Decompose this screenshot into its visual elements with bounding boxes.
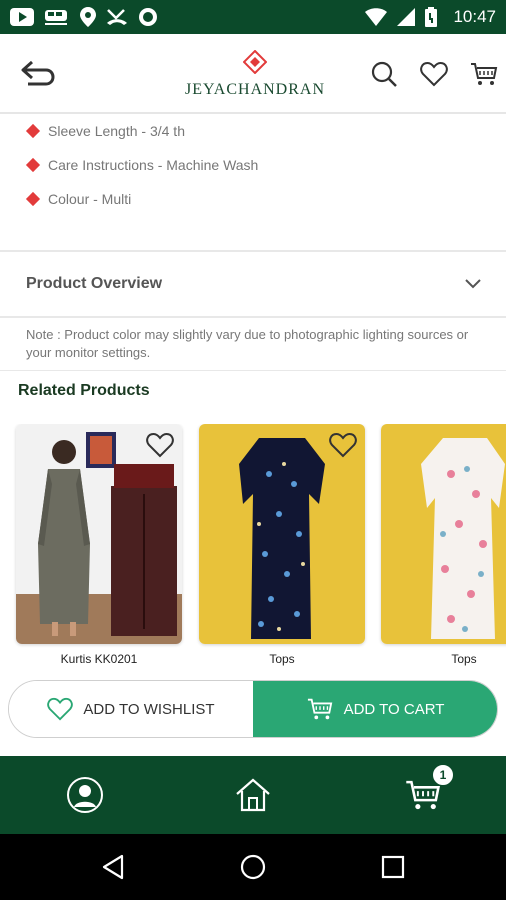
record-icon: [139, 8, 157, 26]
triangle-back-icon: [102, 854, 124, 880]
brand-logo[interactable]: JEYACHANDRAN: [185, 49, 326, 102]
detail-item: Care Instructions - Machine Wash: [25, 148, 506, 182]
chevron-down-icon: [465, 279, 481, 289]
brand-name: JEYACHANDRAN: [185, 81, 326, 98]
search-button[interactable]: [368, 58, 400, 90]
heart-outline-icon: [47, 697, 74, 721]
battery-icon: [425, 7, 438, 27]
wishlist-heart-icon[interactable]: [146, 432, 174, 458]
cart-icon: [471, 63, 498, 85]
action-bar: ADD TO WISHLIST ADD TO CART: [8, 680, 498, 738]
related-products-carousel[interactable]: Kurtis KK0201 Tops Tops: [0, 424, 506, 668]
product-name[interactable]: Kurtis KK0201: [16, 652, 182, 666]
cart-button[interactable]: [468, 58, 500, 90]
square-recents-icon: [381, 855, 405, 879]
detail-text: Care Instructions - Machine Wash: [48, 157, 259, 173]
signal-icon: [397, 8, 416, 26]
product-card[interactable]: Kurtis KK0201: [16, 424, 182, 668]
color-note: Note : Product color may slightly vary d…: [26, 327, 469, 360]
add-to-cart-label: ADD TO CART: [343, 700, 445, 718]
diamond-bullet-icon: [25, 191, 41, 207]
home-icon: [236, 778, 270, 812]
status-bar: 10:47: [0, 0, 506, 34]
product-overview-title: Product Overview: [26, 275, 163, 292]
product-name[interactable]: Tops: [199, 652, 365, 666]
product-card[interactable]: Tops: [199, 424, 365, 668]
diamond-bullet-icon: [25, 157, 41, 173]
system-home-button[interactable]: [236, 850, 270, 884]
cart-count-badge: 1: [432, 764, 454, 786]
nav-profile[interactable]: [62, 772, 108, 818]
detail-text: Colour - Multi: [48, 191, 132, 207]
product-card[interactable]: Tops: [381, 424, 506, 668]
system-recents-button[interactable]: [376, 850, 410, 884]
logo-diamond-icon: [242, 49, 268, 75]
location-icon: [80, 7, 96, 27]
nav-home[interactable]: [230, 772, 276, 818]
bottom-navigation: 1: [0, 756, 506, 834]
missed-call-icon: [107, 9, 127, 25]
heart-icon: [420, 61, 448, 87]
product-overview-accordion[interactable]: Product Overview: [0, 252, 506, 316]
wishlist-heart-icon[interactable]: [329, 432, 357, 458]
detail-text: Sleeve Length - 3/4 th: [48, 123, 185, 139]
add-to-wishlist-label: ADD TO WISHLIST: [83, 700, 215, 718]
product-image[interactable]: [381, 424, 506, 644]
train-icon: [45, 10, 67, 25]
cart-icon: [307, 698, 332, 720]
back-arrow-icon: [21, 60, 55, 86]
detail-item: Sleeve Length - 3/4 th: [25, 114, 506, 148]
add-to-wishlist-button[interactable]: ADD TO WISHLIST: [9, 681, 253, 737]
youtube-icon: [10, 8, 34, 26]
profile-icon: [67, 777, 103, 813]
diamond-bullet-icon: [25, 123, 41, 139]
divider: [0, 370, 506, 371]
product-image[interactable]: [16, 424, 182, 644]
divider: [0, 316, 506, 318]
wishlist-button[interactable]: [418, 58, 450, 90]
nav-cart[interactable]: 1: [400, 764, 454, 818]
wifi-icon: [365, 8, 388, 26]
system-back-button[interactable]: [96, 850, 130, 884]
system-navigation-bar: [0, 834, 506, 900]
status-time: 10:47: [453, 7, 496, 26]
product-name[interactable]: Tops: [381, 652, 506, 666]
search-icon: [371, 61, 397, 87]
back-button[interactable]: [18, 56, 58, 92]
add-to-cart-button[interactable]: ADD TO CART: [253, 681, 497, 737]
detail-item: Colour - Multi: [25, 182, 506, 216]
product-image[interactable]: [199, 424, 365, 644]
product-details: Sleeve Length - 3/4 th Care Instructions…: [0, 114, 506, 250]
related-products-title: Related Products: [18, 382, 150, 399]
app-header: JEYACHANDRAN: [0, 34, 506, 114]
circle-home-icon: [240, 854, 266, 880]
